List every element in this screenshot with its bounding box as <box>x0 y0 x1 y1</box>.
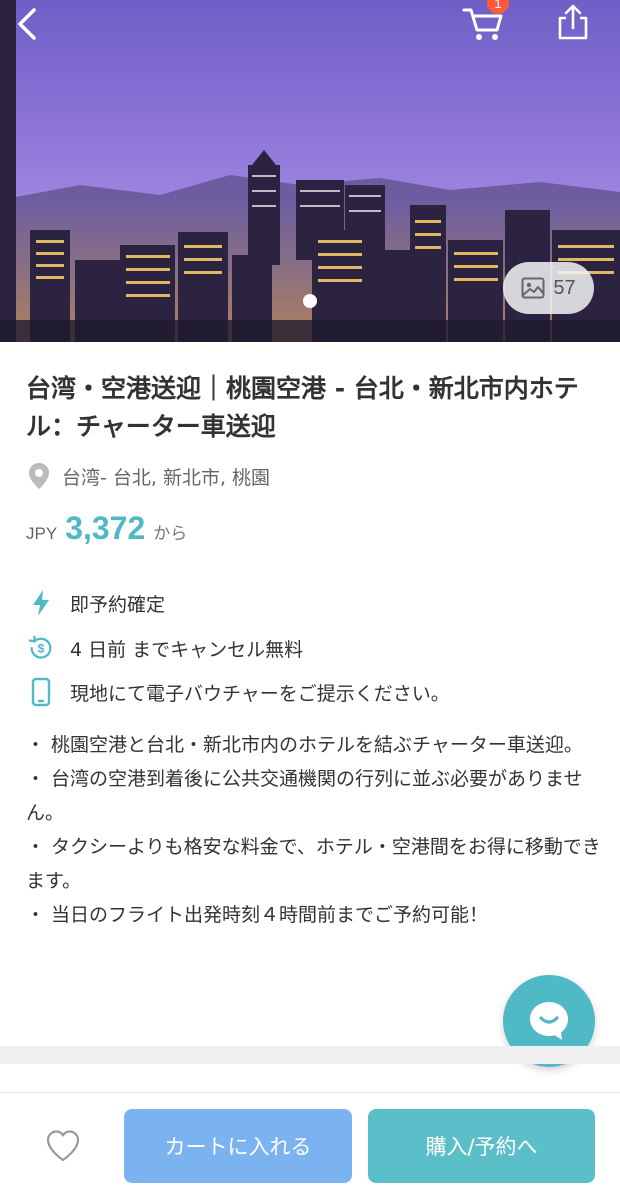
heart-icon <box>46 1130 80 1162</box>
feature-text: 4 日前 までキャンセル無料 <box>70 638 304 661</box>
feature-text: 即予約確定 <box>70 593 166 616</box>
feature-instant-confirm: 即予約確定 <box>26 588 165 618</box>
share-icon <box>558 4 588 40</box>
price-suffix: から <box>153 524 188 544</box>
product-title: 台湾・空港送迎｜桃園空港 - 台北・新北市内ホテル：チャーター車送迎 <box>26 374 579 441</box>
highlight-item: ・ 当日のフライト出発時刻４時間前までご予約可能！ <box>26 904 489 926</box>
price: JPY 3,372 から <box>26 510 187 547</box>
phone-icon <box>31 677 51 707</box>
wishlist-button[interactable] <box>44 1128 82 1164</box>
feature-text: 現地にて電子バウチャーをご提示ください。 <box>70 682 450 705</box>
refund-icon: $ <box>28 635 52 659</box>
location: 台湾- 台北, 新北市, 桃園 <box>28 462 270 490</box>
highlight-item: ・ 桃園空港と台北・新北市内のホテルを結ぶチャーター車送迎。 <box>26 734 583 756</box>
highlights-list: ・ 桃園空港と台北・新北市内のホテルを結ぶチャーター車送迎。 ・ 台湾の空港到着… <box>26 728 601 932</box>
book-button[interactable]: 購入/予約へ <box>368 1109 595 1183</box>
chevron-left-icon <box>18 8 36 40</box>
hero-image[interactable]: 1 57 <box>0 0 620 342</box>
price-currency: JPY <box>26 524 58 543</box>
location-pin-icon <box>29 463 49 489</box>
image-icon <box>521 277 545 299</box>
photo-count-button[interactable]: 57 <box>503 262 594 314</box>
location-text: 台湾- 台北, 新北市, 桃園 <box>62 466 271 489</box>
feature-voucher: 現地にて電子バウチャーをご提示ください。 <box>26 677 450 707</box>
feature-free-cancel: $ 4 日前 までキャンセル無料 <box>26 633 303 663</box>
section-divider <box>0 1046 620 1064</box>
highlight-item: ・ 台湾の空港到着後に公共交通機関の行列に並ぶ必要がありません。 <box>26 768 583 824</box>
chat-icon <box>530 1002 568 1040</box>
svg-text:$: $ <box>38 642 45 656</box>
add-to-cart-button[interactable]: カートに入れる <box>124 1109 352 1183</box>
photo-count: 57 <box>553 276 576 299</box>
back-button[interactable] <box>8 4 48 44</box>
highlight-item: ・ タクシーよりも格安な料金で、ホテル・空港間をお得に移動できます。 <box>26 836 601 892</box>
share-button[interactable] <box>552 2 594 44</box>
carousel-indicator[interactable] <box>303 294 317 308</box>
price-value: 3,372 <box>65 510 146 546</box>
lightning-icon <box>33 590 49 616</box>
